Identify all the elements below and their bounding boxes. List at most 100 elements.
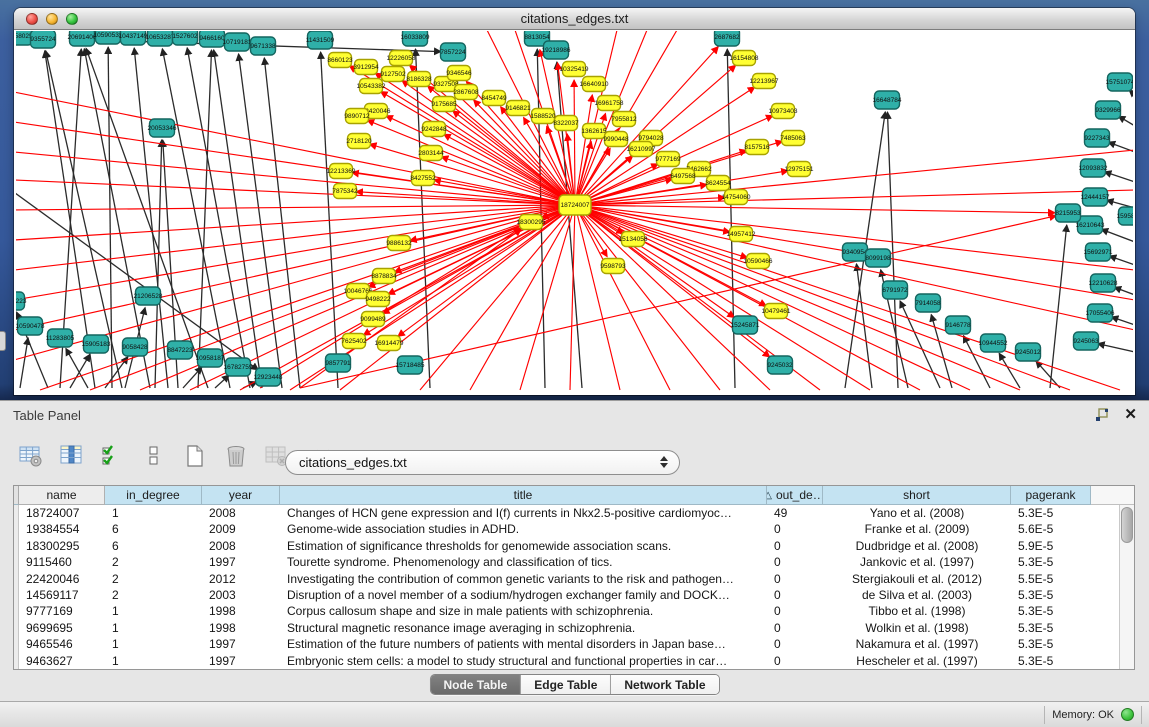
network-node[interactable]: 16154808 bbox=[730, 51, 759, 66]
network-node[interactable]: 9340954 bbox=[842, 243, 868, 261]
network-node[interactable]: 8099198 bbox=[865, 249, 891, 267]
network-node[interactable]: 9466160 bbox=[199, 31, 225, 47]
new-document-button[interactable] bbox=[180, 441, 210, 471]
delete-rows-button[interactable] bbox=[221, 441, 251, 471]
network-node[interactable]: 10590478 bbox=[16, 317, 45, 335]
network-node[interactable]: 16033809 bbox=[401, 31, 430, 46]
network-node[interactable]: 9990448 bbox=[603, 132, 629, 147]
network-node[interactable]: 10653287 bbox=[146, 31, 175, 46]
network-node[interactable]: 10944552 bbox=[979, 334, 1008, 352]
show-columns-button[interactable] bbox=[57, 441, 87, 471]
table-row[interactable]: 2242004622012Investigating the contribut… bbox=[14, 571, 1134, 587]
network-node[interactable]: 10719181 bbox=[223, 33, 252, 51]
network-canvas[interactable]: 9858025935572420691406105905321043714910… bbox=[16, 31, 1133, 394]
network-node[interactable]: 9245012 bbox=[1015, 343, 1041, 361]
minimize-window-button[interactable] bbox=[46, 13, 58, 25]
network-node[interactable]: 15134058 bbox=[619, 232, 648, 247]
tab-network-table[interactable]: Network Table bbox=[611, 675, 718, 694]
network-node[interactable]: 15751074 bbox=[1106, 73, 1133, 91]
table-row[interactable]: 946362711997Embryonic stem cells: a mode… bbox=[14, 653, 1134, 669]
network-node[interactable]: 8215953 bbox=[1055, 204, 1081, 222]
network-node[interactable]: 9146778 bbox=[945, 316, 971, 334]
table-row[interactable]: 946554611997Estimation of the future num… bbox=[14, 636, 1134, 652]
network-node[interactable]: 9329966 bbox=[1095, 101, 1121, 119]
network-node[interactable]: 7875342 bbox=[332, 184, 358, 199]
tab-edge-table[interactable]: Edge Table bbox=[521, 675, 611, 694]
network-node[interactable]: 7914058 bbox=[915, 294, 941, 312]
network-node[interactable]: 15718485 bbox=[396, 356, 425, 374]
network-node[interactable]: 18300295 bbox=[517, 215, 546, 230]
network-node[interactable]: 9146821 bbox=[505, 101, 531, 116]
network-node[interactable]: 12444157 bbox=[1081, 188, 1110, 206]
network-node[interactable]: 8186328 bbox=[406, 72, 432, 87]
network-node[interactable]: 9245063 bbox=[1073, 332, 1099, 350]
network-node[interactable]: 9099489 bbox=[360, 312, 386, 327]
network-node[interactable]: 12213967 bbox=[750, 74, 779, 89]
network-node[interactable]: 9498222 bbox=[365, 292, 391, 307]
network-node[interactable]: 9671338 bbox=[250, 37, 276, 55]
network-node[interactable]: 15958155 bbox=[1117, 207, 1133, 225]
network-node[interactable]: 10590466 bbox=[744, 254, 773, 269]
network-node[interactable]: 3624554 bbox=[705, 176, 731, 191]
network-node[interactable]: 8660123 bbox=[327, 53, 353, 68]
network-node[interactable]: 11283805 bbox=[46, 329, 75, 347]
table-row[interactable]: 1830029562008Estimation of significance … bbox=[14, 538, 1134, 554]
column-header-pagerank[interactable]: pagerank bbox=[1011, 486, 1091, 505]
network-node[interactable]: 12975151 bbox=[785, 162, 814, 177]
network-node[interactable]: 8427552 bbox=[410, 171, 436, 186]
tab-node-table[interactable]: Node Table bbox=[430, 675, 521, 694]
column-header-name[interactable]: name bbox=[19, 486, 105, 505]
network-node[interactable]: 1527602 bbox=[172, 31, 198, 45]
network-node[interactable]: 15905183 bbox=[82, 335, 111, 353]
float-window-icon[interactable] bbox=[1095, 408, 1109, 422]
network-node[interactable]: 9857791 bbox=[325, 354, 351, 372]
network-node[interactable]: 8322037 bbox=[553, 116, 579, 131]
network-node[interactable]: 10437149 bbox=[119, 31, 148, 45]
network-node[interactable]: 6791972 bbox=[882, 281, 908, 299]
table-row[interactable]: 1872400712008Changes of HCN gene express… bbox=[14, 505, 1134, 521]
network-node[interactable]: 16210997 bbox=[627, 142, 656, 157]
memory-ok-led[interactable] bbox=[1121, 708, 1134, 721]
network-node[interactable]: 9175685 bbox=[431, 97, 457, 112]
network-node[interactable]: 3912954 bbox=[353, 60, 379, 75]
table-settings-button[interactable] bbox=[16, 441, 46, 471]
network-node[interactable]: 12923448 bbox=[254, 368, 283, 386]
network-node[interactable]: 2687682 bbox=[714, 31, 740, 46]
network-node[interactable]: 2867608 bbox=[453, 85, 479, 100]
select-rows-button[interactable] bbox=[98, 441, 128, 471]
network-node[interactable]: 9886132 bbox=[386, 236, 412, 251]
network-node[interactable]: 8454749 bbox=[481, 91, 507, 106]
vertical-scrollbar[interactable] bbox=[1119, 505, 1134, 669]
table-selector[interactable]: citations_edges.txt bbox=[285, 450, 680, 475]
network-node[interactable]: 6497568 bbox=[670, 169, 696, 184]
network-node[interactable]: 9777169 bbox=[655, 152, 681, 167]
network-node[interactable]: 1588520 bbox=[530, 109, 556, 124]
panel-collapse-handle[interactable] bbox=[0, 331, 6, 351]
network-node[interactable]: 7857224 bbox=[440, 43, 466, 61]
close-panel-icon[interactable]: ✕ bbox=[1124, 407, 1137, 422]
network-node[interactable]: 19218986 bbox=[542, 41, 571, 59]
network-node[interactable]: 11431509 bbox=[306, 31, 335, 49]
column-header-short[interactable]: short bbox=[823, 486, 1011, 505]
column-header-out_de[interactable]: △out_de… bbox=[767, 486, 823, 505]
network-node[interactable]: 20691406 bbox=[68, 31, 97, 46]
network-node[interactable]: 16961758 bbox=[595, 96, 624, 111]
network-node[interactable]: 14754060 bbox=[722, 190, 751, 205]
network-node[interactable]: 16782759 bbox=[224, 358, 253, 376]
window-titlebar[interactable]: citations_edges.txt bbox=[14, 8, 1135, 30]
network-hub-node[interactable]: 18724007 bbox=[559, 195, 591, 215]
network-node[interactable]: 20053346 bbox=[148, 119, 177, 137]
table-row[interactable]: 1456911722003Disruption of a novel membe… bbox=[14, 587, 1134, 603]
table-row[interactable]: 977716911998Corpus callosum shape and si… bbox=[14, 603, 1134, 619]
network-node[interactable]: 14957412 bbox=[727, 227, 756, 242]
network-node[interactable]: 16914479 bbox=[375, 336, 404, 351]
table-row[interactable]: 969969511998Structural magnetic resonanc… bbox=[14, 620, 1134, 636]
zoom-window-button[interactable] bbox=[66, 13, 78, 25]
table-row[interactable]: 1938455462009Genome-wide association stu… bbox=[14, 521, 1134, 537]
network-node[interactable]: 17055406 bbox=[1086, 304, 1115, 322]
table-row[interactable]: 911546021997Tourette syndrome. Phenomeno… bbox=[14, 554, 1134, 570]
network-node[interactable]: 10543382 bbox=[357, 79, 386, 94]
network-node[interactable]: 9355724 bbox=[30, 31, 56, 48]
network-node[interactable]: 2803144 bbox=[418, 146, 444, 161]
column-header-in_degree[interactable]: in_degree bbox=[105, 486, 202, 505]
